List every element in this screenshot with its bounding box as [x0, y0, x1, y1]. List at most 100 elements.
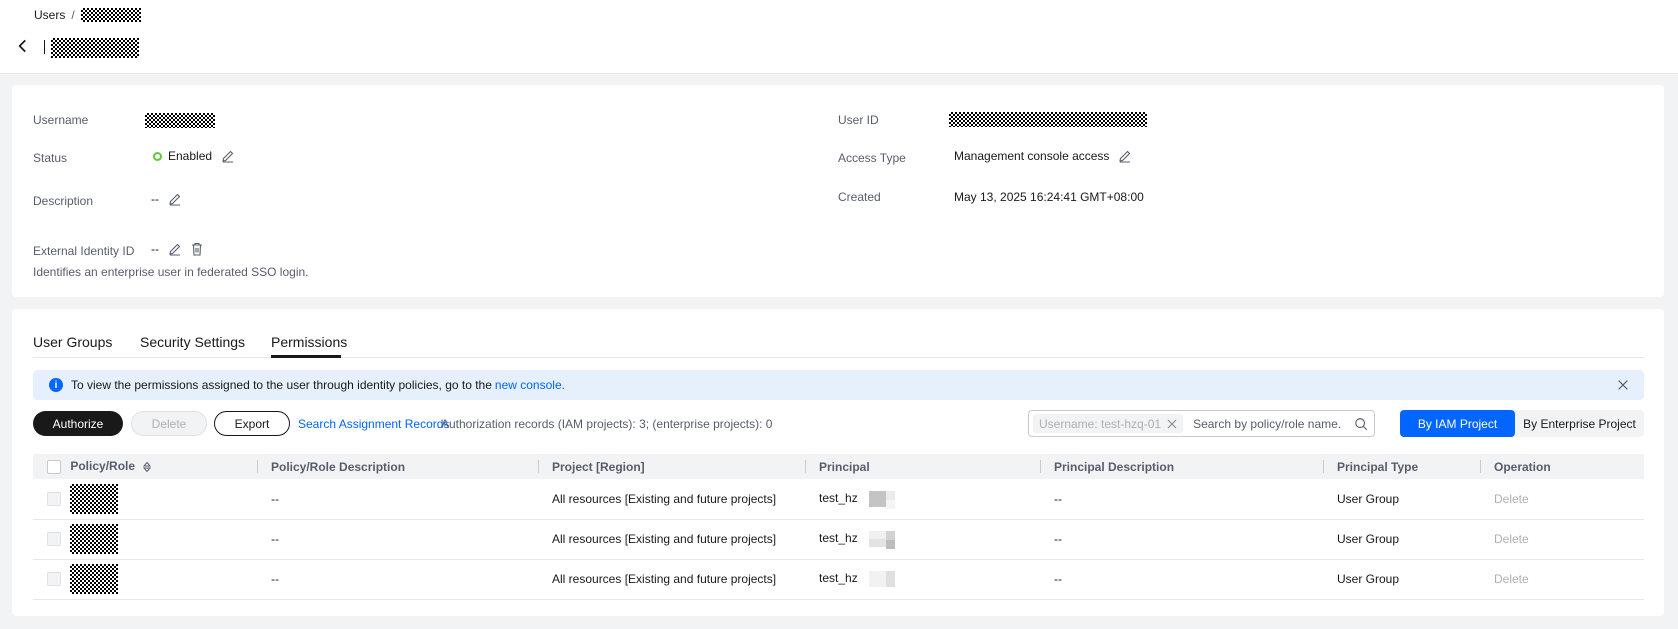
filter-chip: Username: test-hzq-01: [1033, 414, 1184, 433]
by-enterprise-project-button[interactable]: By Enterprise Project: [1515, 410, 1644, 437]
external-id-hint: Identifies an enterprise user in federat…: [33, 265, 309, 279]
username-value: [145, 113, 215, 128]
alert-text: To view the permissions assigned to the …: [71, 378, 492, 392]
principal-text[interactable]: test_hz: [819, 531, 858, 545]
toolbar: Authorize Delete Export Search Assignmen…: [33, 410, 1644, 438]
status-text: Enabled: [168, 149, 213, 163]
edit-icon[interactable]: [167, 241, 183, 257]
principal-cell: test_hz: [805, 559, 1040, 599]
edit-icon[interactable]: [167, 191, 183, 207]
access-type-value: Management console access: [954, 148, 1133, 164]
page-header: Users /: [0, 0, 1678, 74]
pixelated-principal-suffix: [861, 529, 896, 549]
chevron-left-icon[interactable]: [14, 37, 32, 55]
username-label: Username: [33, 113, 89, 127]
by-iam-project-button[interactable]: By IAM Project: [1400, 410, 1515, 437]
edit-icon[interactable]: [1117, 148, 1133, 164]
delete-operation-link[interactable]: Delete: [1480, 519, 1644, 559]
policy-description-cell: --: [271, 572, 279, 586]
principal-cell: test_hz: [805, 519, 1040, 559]
permissions-table: Policy/Role Policy/Role Description Proj…: [33, 454, 1644, 600]
title-divider: [44, 40, 45, 54]
principal-text[interactable]: test_hz: [819, 571, 858, 585]
header-principal-type: Principal Type: [1323, 454, 1480, 479]
delete-operation-link[interactable]: Delete: [1480, 479, 1644, 519]
row-checkbox[interactable]: [47, 491, 61, 506]
status-dot: [153, 151, 162, 161]
new-console-link[interactable]: new console.: [495, 378, 565, 392]
search-icon[interactable]: [1354, 417, 1368, 431]
info-icon: i: [49, 378, 63, 392]
principal-cell: test_hz: [805, 479, 1040, 519]
search-assignment-records-link[interactable]: Search Assignment Records: [298, 417, 449, 431]
breadcrumb-separator: /: [71, 8, 75, 22]
header-project-region: Project [Region]: [538, 454, 805, 479]
search-input[interactable]: [1193, 416, 1362, 431]
project-cell: All resources [Existing and future proje…: [552, 572, 777, 586]
redacted-policy-name: [70, 483, 119, 514]
header-policy-role: Policy/Role: [33, 454, 257, 479]
permissions-card: User Groups Security Settings Permission…: [12, 309, 1664, 616]
tab-user-groups[interactable]: User Groups: [33, 334, 112, 350]
access-type-text: Management console access: [954, 149, 1110, 163]
close-icon[interactable]: [1616, 378, 1630, 392]
created-label: Created: [838, 190, 881, 204]
info-alert: i To view the permissions assigned to th…: [33, 370, 1644, 400]
header-operation: Operation: [1480, 454, 1644, 479]
header-principal: Principal: [805, 454, 1040, 479]
external-id-value: --: [151, 241, 205, 257]
header-principal-description: Principal Description: [1040, 454, 1323, 479]
external-id-label: External Identity ID: [33, 244, 135, 258]
page-title-redacted: [51, 38, 139, 58]
breadcrumb: Users /: [34, 8, 141, 22]
project-cell: All resources [Existing and future proje…: [552, 491, 777, 506]
tab-security-settings[interactable]: Security Settings: [140, 334, 245, 350]
principal-type-cell: User Group: [1337, 572, 1400, 586]
access-type-label: Access Type: [838, 151, 906, 165]
edit-icon[interactable]: [220, 148, 236, 164]
table-row: -- All resources [Existing and future pr…: [33, 479, 1644, 519]
user-id-value: [949, 112, 1147, 127]
export-button[interactable]: Export: [214, 411, 290, 436]
principal-text[interactable]: test_hz: [819, 491, 858, 505]
pixelated-principal-suffix: [861, 569, 896, 589]
principal-description-cell: --: [1054, 491, 1062, 506]
select-all-checkbox[interactable]: [47, 459, 61, 474]
authorize-button[interactable]: Authorize: [33, 411, 123, 436]
header-label: Policy/Role: [70, 459, 136, 474]
delete-button[interactable]: Delete: [131, 411, 207, 436]
redacted-user-id: [949, 112, 1147, 127]
breadcrumb-users-link[interactable]: Users: [34, 8, 65, 22]
delete-operation-link[interactable]: Delete: [1480, 559, 1644, 599]
tab-permissions[interactable]: Permissions: [271, 334, 347, 350]
search-box: Username: test-hzq-01: [1028, 410, 1375, 437]
tab-bar: User Groups Security Settings Permission…: [33, 309, 1644, 358]
redacted-username-value: [145, 113, 215, 128]
table-row: -- All resources [Existing and future pr…: [33, 519, 1644, 559]
row-checkbox[interactable]: [47, 572, 61, 586]
redacted-policy-name: [70, 524, 119, 554]
description-label: Description: [33, 194, 94, 208]
delete-icon[interactable]: [189, 241, 205, 257]
description-text: --: [151, 192, 159, 206]
policy-description-cell: --: [271, 532, 279, 546]
user-id-label: User ID: [838, 113, 879, 127]
created-value: May 13, 2025 16:24:41 GMT+08:00: [954, 190, 1144, 204]
status-value: Enabled: [153, 148, 236, 164]
header-policy-role-description: Policy/Role Description: [257, 454, 538, 479]
view-toggle: By IAM Project By Enterprise Project: [1400, 410, 1644, 437]
close-icon[interactable]: [1167, 419, 1177, 429]
pixelated-principal-suffix: [861, 489, 896, 509]
status-label: Status: [33, 151, 68, 165]
row-checkbox[interactable]: [47, 532, 61, 546]
user-info-card: Username Status Enabled Description -- E…: [12, 85, 1664, 297]
principal-type-cell: User Group: [1337, 491, 1400, 506]
sort-icon[interactable]: [142, 461, 152, 473]
redacted-username: [80, 8, 141, 22]
principal-description-cell: --: [1054, 532, 1062, 546]
policy-description-cell: --: [271, 491, 279, 506]
project-cell: All resources [Existing and future proje…: [552, 532, 777, 546]
description-value: --: [151, 191, 183, 207]
records-summary: Authorization records (IAM projects): 3;…: [441, 417, 773, 431]
filter-chip-label: Username: test-hzq-01: [1039, 416, 1162, 431]
